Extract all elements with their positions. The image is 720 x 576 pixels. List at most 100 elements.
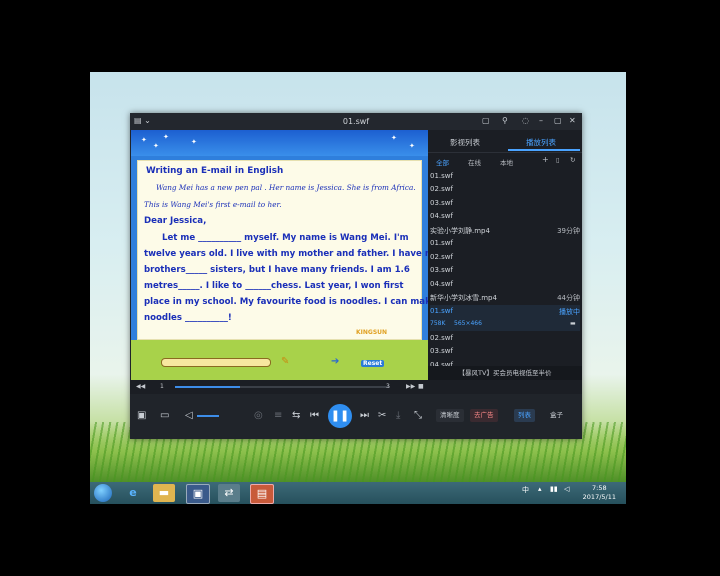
- maximize-icon[interactable]: ▢: [554, 116, 562, 126]
- ie-icon[interactable]: e: [122, 484, 144, 502]
- arrow-icon[interactable]: ➔: [331, 356, 339, 367]
- vr-icon[interactable]: ◎: [254, 410, 263, 422]
- list-item[interactable]: 01.swf: [430, 170, 580, 183]
- network-icon[interactable]: ▮▮: [550, 485, 558, 493]
- stop-icon[interactable]: ■: [418, 383, 424, 390]
- filter-online[interactable]: 在线: [468, 157, 481, 167]
- card-line: noodles __________!: [144, 313, 232, 323]
- open-folder-icon[interactable]: ▭: [160, 410, 169, 422]
- star-icon: ✦: [163, 133, 169, 141]
- card-line: Dear Jessica,: [144, 216, 207, 226]
- next-frame-icon[interactable]: ▶▶: [406, 383, 415, 390]
- player-window: ▤ ⌄ 01.swf ▢ ⚲ ◌ – ▢ ✕ ✦ ✦ ✦ ✦ ✦ ✦ Writi…: [130, 113, 582, 439]
- list-item[interactable]: 02.swf: [430, 183, 580, 196]
- seek-fill: [175, 386, 240, 388]
- email-card: Writing an E-mail in English Wang Mei ha…: [137, 160, 428, 340]
- close-icon[interactable]: ✕: [569, 116, 576, 126]
- pause-button[interactable]: ❚❚: [328, 404, 352, 428]
- toolbox-icon[interactable]: ▣: [137, 410, 146, 422]
- prev-frame-icon[interactable]: ◀◀: [136, 383, 145, 390]
- playlist-panel: 影视列表 播放列表 全部 在线 本地 + ▯ ↻ 01.swf 02.swf 0…: [428, 130, 582, 380]
- box-button[interactable]: 盒子: [546, 409, 567, 422]
- presentation-icon[interactable]: ▤: [250, 484, 274, 504]
- seek-total: 3: [386, 383, 390, 390]
- message-icon[interactable]: ▢: [482, 116, 490, 126]
- fullscreen-icon[interactable]: ⤡: [414, 410, 422, 422]
- list-item[interactable]: 新华小学刘冰雪.mp4 44分钟: [430, 291, 580, 304]
- prev-icon[interactable]: ⏮: [310, 410, 319, 422]
- flash-slider[interactable]: [161, 358, 271, 367]
- list-item-selected[interactable]: 01.swf 播放中 758K 565×466 ▬: [430, 305, 580, 331]
- taskbar: e ▬ ▣ ⇄ ▤ 中 ▴ ▮▮ ◁ 7:58 2017/5/11: [90, 482, 626, 504]
- list-item[interactable]: 01.swf: [430, 237, 580, 250]
- title-bar: ▤ ⌄ 01.swf ▢ ⚲ ◌ – ▢ ✕: [130, 113, 582, 130]
- seek-track[interactable]: [175, 386, 390, 388]
- list-item[interactable]: 03.swf: [430, 345, 580, 358]
- quality-button[interactable]: 清晰度: [436, 409, 464, 422]
- minimize-icon[interactable]: –: [539, 116, 543, 126]
- desktop: ▤ ⌄ 01.swf ▢ ⚲ ◌ – ▢ ✕ ✦ ✦ ✦ ✦ ✦ ✦ Writi…: [90, 72, 626, 504]
- reset-button[interactable]: Reset: [361, 360, 385, 367]
- card-intro-2: This is Wang Mei's first e-mail to her.: [144, 200, 282, 209]
- clock-date: 2017/5/11: [582, 493, 616, 501]
- refresh-icon[interactable]: ↻: [570, 156, 575, 164]
- list-item[interactable]: 03.swf: [430, 264, 580, 277]
- window-title: 01.swf: [342, 117, 370, 126]
- file-resolution: 565×466: [454, 320, 482, 327]
- card-line: place in my school. My favourite food is…: [144, 297, 428, 307]
- list-button[interactable]: 列表: [514, 409, 535, 422]
- filter-all[interactable]: 全部: [436, 157, 449, 167]
- storm-player-icon[interactable]: ▣: [186, 484, 210, 504]
- tray-arrow-icon[interactable]: ▴: [538, 485, 542, 493]
- card-heading: Writing an E-mail in English: [146, 166, 284, 176]
- list-item[interactable]: 03.swf: [430, 197, 580, 210]
- pin-icon[interactable]: ⚲: [502, 116, 508, 126]
- playlist-tabs: 影视列表 播放列表: [428, 130, 582, 153]
- vip-button[interactable]: 去广告: [470, 409, 498, 422]
- video-banner: ✦ ✦ ✦ ✦ ✦ ✦: [131, 130, 428, 156]
- video-area[interactable]: ✦ ✦ ✦ ✦ ✦ ✦ Writing an E-mail in English…: [131, 130, 428, 380]
- tab-playlist[interactable]: 播放列表: [526, 137, 556, 148]
- star-icon: ✦: [391, 134, 397, 142]
- explorer-icon[interactable]: ▬: [153, 484, 175, 502]
- list-item[interactable]: 04.swf: [430, 210, 580, 223]
- subtitle-icon[interactable]: ≡: [274, 410, 282, 422]
- filter-local[interactable]: 本地: [500, 157, 513, 167]
- file-size: 758K: [430, 320, 446, 327]
- ad-banner[interactable]: 【暴风TV】买会员电视低至半价: [428, 366, 582, 380]
- pencil-icon[interactable]: ✎: [281, 356, 289, 367]
- tab-library[interactable]: 影视列表: [450, 137, 480, 148]
- list-item[interactable]: 04.swf: [430, 278, 580, 291]
- card-line: metres_____. I like to ______chess. Last…: [144, 281, 404, 291]
- card-intro-1: Wang Mei has a new pen pal . Her name is…: [156, 183, 416, 192]
- volume-slider[interactable]: [197, 415, 219, 417]
- settings-icon[interactable]: ⇆: [292, 410, 300, 422]
- card-line: Let me __________ myself. My name is Wan…: [162, 233, 409, 243]
- star-icon: ✦: [153, 142, 159, 150]
- seek-bar: ◀◀ 1 3 ▶▶ ■: [130, 380, 582, 394]
- clock[interactable]: 7:58 2017/5/11: [583, 484, 616, 502]
- download-icon[interactable]: ⤓: [396, 410, 400, 422]
- volume-icon[interactable]: ◁: [185, 410, 193, 422]
- list-item[interactable]: 02.swf: [430, 251, 580, 264]
- speaker-icon[interactable]: ◁: [564, 485, 569, 493]
- tab-underline: [508, 149, 580, 151]
- next-icon[interactable]: ⏭: [360, 410, 369, 422]
- file-icon[interactable]: ▯: [556, 156, 560, 164]
- start-button[interactable]: [94, 484, 112, 502]
- ime-indicator[interactable]: 中: [522, 485, 529, 495]
- teamviewer-icon[interactable]: ⇄: [218, 484, 240, 502]
- kingsun-logo: KINGSUN: [356, 329, 388, 336]
- skin-icon[interactable]: ◌: [522, 116, 529, 126]
- clock-time: 7:58: [592, 484, 607, 492]
- star-icon: ✦: [141, 136, 147, 144]
- folder-icon[interactable]: ▬: [570, 320, 576, 327]
- cut-icon[interactable]: ✂: [378, 410, 386, 422]
- star-icon: ✦: [191, 138, 197, 146]
- list-item[interactable]: 02.swf: [430, 332, 580, 345]
- seek-current: 1: [160, 383, 164, 390]
- card-line: brothers_____ sisters, but I have many f…: [144, 265, 410, 275]
- add-icon[interactable]: +: [542, 155, 549, 164]
- card-line: twelve years old. I live with my mother …: [144, 249, 428, 259]
- list-item[interactable]: 实验小学刘静.mp4 39分钟: [430, 224, 580, 237]
